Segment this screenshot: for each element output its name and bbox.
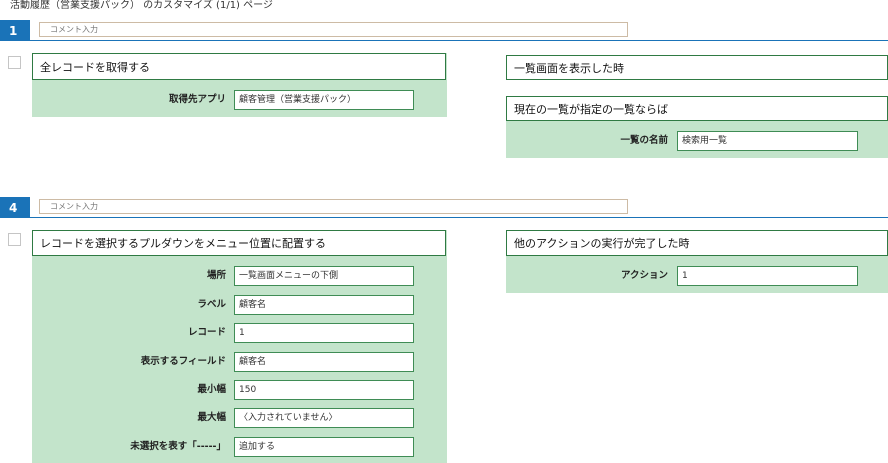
section-header: 4 <box>0 197 888 218</box>
field-label: アクション <box>620 270 668 281</box>
comment-input[interactable] <box>39 22 628 37</box>
section-divider <box>30 40 888 41</box>
field-value[interactable]: 顧客名 <box>234 295 414 315</box>
page-title: 活動履歴（営業支援パック） のカスタマイズ (1/1) ページ <box>10 0 273 11</box>
select-checkbox[interactable] <box>8 233 21 246</box>
field-value[interactable]: 顧客管理（営業支援パック） <box>234 90 414 110</box>
field-label: ラベル <box>197 299 226 310</box>
section-divider <box>30 217 888 218</box>
action-panel-title[interactable]: 全レコードを取得する <box>32 53 446 80</box>
field-value[interactable]: 追加する <box>234 437 414 457</box>
field-label: 取得先アプリ <box>168 94 226 105</box>
field-value[interactable]: 〈入力されていません〉 <box>234 408 414 428</box>
field-label: 最大幅 <box>197 412 226 423</box>
trigger-panel-title[interactable]: 一覧画面を表示した時 <box>506 55 888 80</box>
section-number-badge: 4 <box>0 197 30 218</box>
comment-input[interactable] <box>39 199 628 214</box>
field-value[interactable]: 検索用一覧 <box>677 131 858 151</box>
field-label: 一覧の名前 <box>620 135 668 146</box>
action-panel-title[interactable]: レコードを選択するプルダウンをメニュー位置に配置する <box>32 230 446 256</box>
field-label: レコード <box>187 327 226 338</box>
field-value[interactable]: 顧客名 <box>234 352 414 372</box>
trigger-panel-title[interactable]: 他のアクションの実行が完了した時 <box>506 230 888 256</box>
select-checkbox[interactable] <box>8 56 21 69</box>
action-panel[interactable] <box>32 230 447 463</box>
section-header: 1 <box>0 20 888 41</box>
field-label: 未選択を表す「-----」 <box>130 441 226 452</box>
field-value[interactable]: 150 <box>234 380 414 400</box>
condition-panel-title[interactable]: 現在の一覧が指定の一覧ならば <box>506 96 888 121</box>
field-value[interactable]: 1 <box>234 323 414 343</box>
field-label: 最小幅 <box>197 384 226 395</box>
field-value[interactable]: 1 <box>677 266 858 286</box>
field-label: 表示するフィールド <box>140 356 226 367</box>
field-label: 場所 <box>206 270 226 281</box>
section-number-badge: 1 <box>0 20 30 41</box>
field-value[interactable]: 一覧画面メニューの下側 <box>234 266 414 286</box>
